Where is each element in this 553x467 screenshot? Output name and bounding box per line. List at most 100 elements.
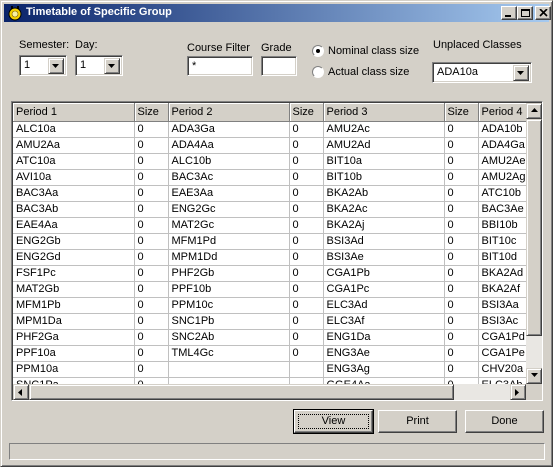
table-cell[interactable]: ALC10b [168,153,290,170]
scroll-down-button[interactable] [526,368,542,384]
horizontal-scrollbar[interactable] [13,384,526,400]
table-cell[interactable]: MPM1Da [13,313,135,330]
table-cell[interactable]: 0 [289,345,324,362]
table-cell[interactable]: 0 [444,265,479,282]
table-row[interactable]: AVI10a 0 BAC3Ac 0 BIT10b 0 AMU2Ag [13,169,539,186]
table-cell[interactable]: ENG3Ae [323,345,445,362]
table-cell[interactable]: 0 [444,121,479,138]
scroll-left-button[interactable] [13,384,29,400]
table-cell[interactable]: 0 [289,249,324,266]
vertical-scroll-thumb[interactable] [526,119,542,336]
table-cell[interactable]: EAE3Aa [168,185,290,202]
table-cell[interactable]: 0 [289,121,324,138]
table-cell[interactable]: 0 [134,153,169,170]
table-cell[interactable]: 0 [134,249,169,266]
table-cell[interactable]: BAC3Ab [13,201,135,218]
table-cell[interactable]: 0 [134,329,169,346]
table-cell[interactable]: TML4Gc [168,345,290,362]
table-row[interactable]: BAC3Ab 0 ENG2Gc 0 BKA2Ac 0 BAC3Ae [13,201,539,218]
table-cell[interactable]: MFM1Pb [13,297,135,314]
table-cell[interactable]: 0 [444,297,479,314]
table-cell[interactable]: BIT10b [323,169,445,186]
grade-input[interactable] [261,56,297,76]
table-row[interactable]: PPF10a 0 TML4Gc 0 ENG3Ae 0 CGA1Pe [13,345,539,362]
table-row[interactable]: FSF1Pc 0 PHF2Gb 0 CGA1Pb 0 BKA2Ad [13,265,539,282]
table-cell[interactable]: 0 [289,265,324,282]
table-cell[interactable]: SNC1Pb [168,313,290,330]
table-row[interactable]: AMU2Aa 0 ADA4Aa 0 AMU2Ad 0 ADA4Ga [13,137,539,154]
maximize-button[interactable] [517,6,533,20]
table-cell[interactable]: ADA4Aa [168,137,290,154]
table-cell[interactable]: 0 [134,185,169,202]
column-header[interactable]: Size [289,103,324,122]
table-cell[interactable]: 0 [289,297,324,314]
table-cell[interactable]: MPM1Dd [168,249,290,266]
table-cell[interactable]: 0 [289,233,324,250]
table-cell[interactable]: 0 [444,361,479,378]
table-cell[interactable]: ATC10a [13,153,135,170]
table-cell[interactable]: AMU2Ad [323,137,445,154]
table-row[interactable]: ATC10a 0 ALC10b 0 BIT10a 0 AMU2Ae [13,153,539,170]
table-cell[interactable]: 0 [134,217,169,234]
semester-dropdown-button[interactable] [48,58,64,74]
table-cell[interactable]: 0 [444,345,479,362]
table-cell[interactable]: MFM1Pd [168,233,290,250]
done-button[interactable]: Done [465,410,544,433]
actual-size-label[interactable]: Actual class size [328,66,409,78]
view-button[interactable]: View [293,409,374,434]
day-dropdown-button[interactable] [104,58,120,74]
semester-select[interactable]: 1 [19,55,67,76]
table-cell[interactable] [168,361,290,378]
day-select[interactable]: 1 [75,55,123,76]
table-cell[interactable]: ENG2Gb [13,233,135,250]
table-cell[interactable]: AMU2Aa [13,137,135,154]
print-button[interactable]: Print [378,410,457,433]
table-cell[interactable]: BSI3Ad [323,233,445,250]
table-cell[interactable]: 0 [289,169,324,186]
table-row[interactable]: PHF2Ga 0 SNC2Ab 0 ENG1Da 0 CGA1Pd [13,329,539,346]
table-cell[interactable]: 0 [444,281,479,298]
column-header[interactable]: Size [134,103,169,122]
table-row[interactable]: PPM10a 0 ENG3Ag 0 CHV20a [13,361,539,378]
table-cell[interactable]: BSI3Ae [323,249,445,266]
actual-size-radio[interactable] [312,66,324,78]
table-cell[interactable]: 0 [289,201,324,218]
table-cell[interactable]: 0 [444,201,479,218]
table-row[interactable]: ALC10a 0 ADA3Ga 0 AMU2Ac 0 ADA10b [13,121,539,138]
table-row[interactable]: MPM1Da 0 SNC1Pb 0 ELC3Af 0 BSI3Ac [13,313,539,330]
table-cell[interactable]: MAT2Gb [13,281,135,298]
close-button[interactable] [535,6,551,20]
table-cell[interactable]: 0 [289,329,324,346]
table-cell[interactable]: BKA2Ac [323,201,445,218]
vertical-scrollbar[interactable] [526,103,542,384]
nominal-size-radio[interactable] [312,45,324,57]
table-cell[interactable]: 0 [444,329,479,346]
table-cell[interactable]: 0 [289,137,324,154]
unplaced-dropdown-button[interactable] [513,65,529,81]
nominal-size-label[interactable]: Nominal class size [328,45,419,57]
table-row[interactable]: MAT2Gb 0 PPF10b 0 CGA1Pc 0 BKA2Af [13,281,539,298]
table-cell[interactable]: PHF2Ga [13,329,135,346]
table-cell[interactable]: 0 [134,361,169,378]
table-cell[interactable]: 0 [134,137,169,154]
table-cell[interactable]: 0 [444,137,479,154]
table-cell[interactable]: 0 [289,281,324,298]
table-cell[interactable]: 0 [444,313,479,330]
table-cell[interactable]: ENG1Da [323,329,445,346]
table-cell[interactable]: CGA1Pb [323,265,445,282]
title-bar[interactable]: Timetable of Specific Group [4,4,551,22]
table-cell[interactable] [289,361,324,378]
table-cell[interactable]: 0 [134,201,169,218]
table-cell[interactable]: ENG2Gc [168,201,290,218]
table-cell[interactable]: BKA2Aj [323,217,445,234]
table-cell[interactable]: 0 [289,217,324,234]
table-cell[interactable]: BKA2Ab [323,185,445,202]
column-header[interactable]: Size [444,103,479,122]
table-cell[interactable]: 0 [444,233,479,250]
table-cell[interactable]: 0 [444,249,479,266]
table-cell[interactable]: ENG3Ag [323,361,445,378]
table-cell[interactable]: 0 [289,313,324,330]
table-cell[interactable]: 0 [134,297,169,314]
table-cell[interactable]: 0 [444,169,479,186]
table-cell[interactable]: PPM10a [13,361,135,378]
